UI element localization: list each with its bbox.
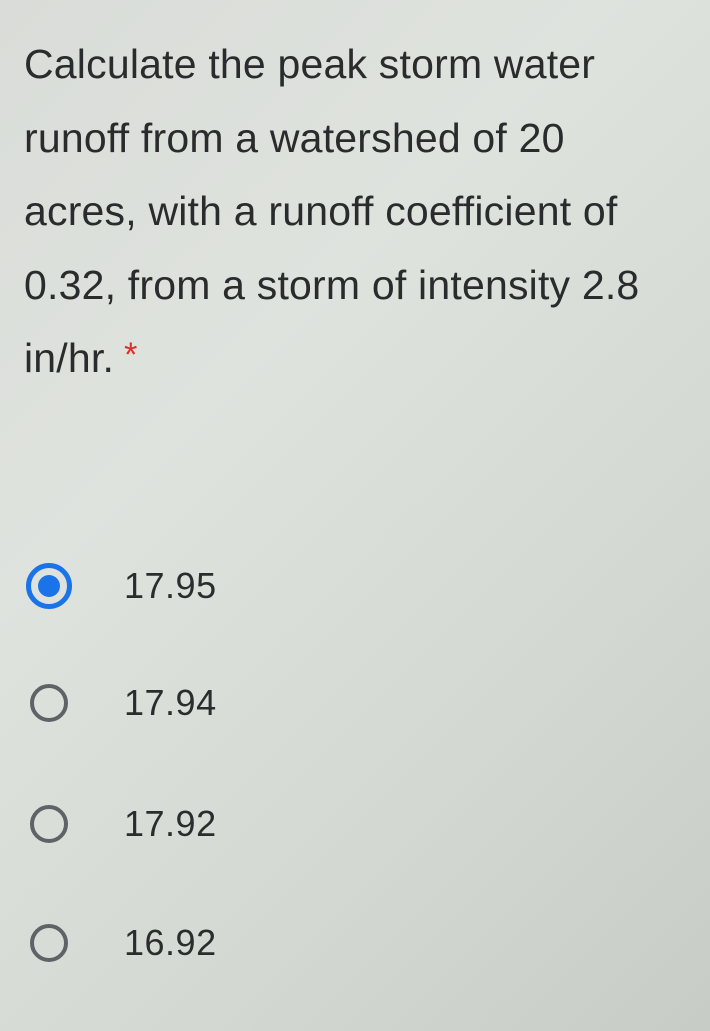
radio-dot-icon — [38, 575, 60, 597]
option-label: 17.95 — [124, 565, 217, 606]
option-label: 16.92 — [124, 922, 217, 963]
radio-unselected-icon[interactable] — [30, 924, 68, 962]
radio-unselected-icon[interactable] — [30, 684, 68, 722]
option-4[interactable]: 16.92 — [26, 903, 426, 983]
options-group: 17.95 17.94 17.92 16.92 — [0, 0, 710, 1031]
option-1[interactable]: 17.95 — [26, 546, 426, 626]
option-label: 17.94 — [124, 682, 217, 723]
option-3[interactable]: 17.92 — [26, 784, 426, 864]
option-label: 17.92 — [124, 803, 217, 844]
radio-selected-icon[interactable] — [26, 563, 72, 609]
option-2[interactable]: 17.94 — [26, 663, 426, 743]
question-card: Calculate the peak storm water runoff fr… — [0, 0, 710, 1031]
radio-unselected-icon[interactable] — [30, 805, 68, 843]
